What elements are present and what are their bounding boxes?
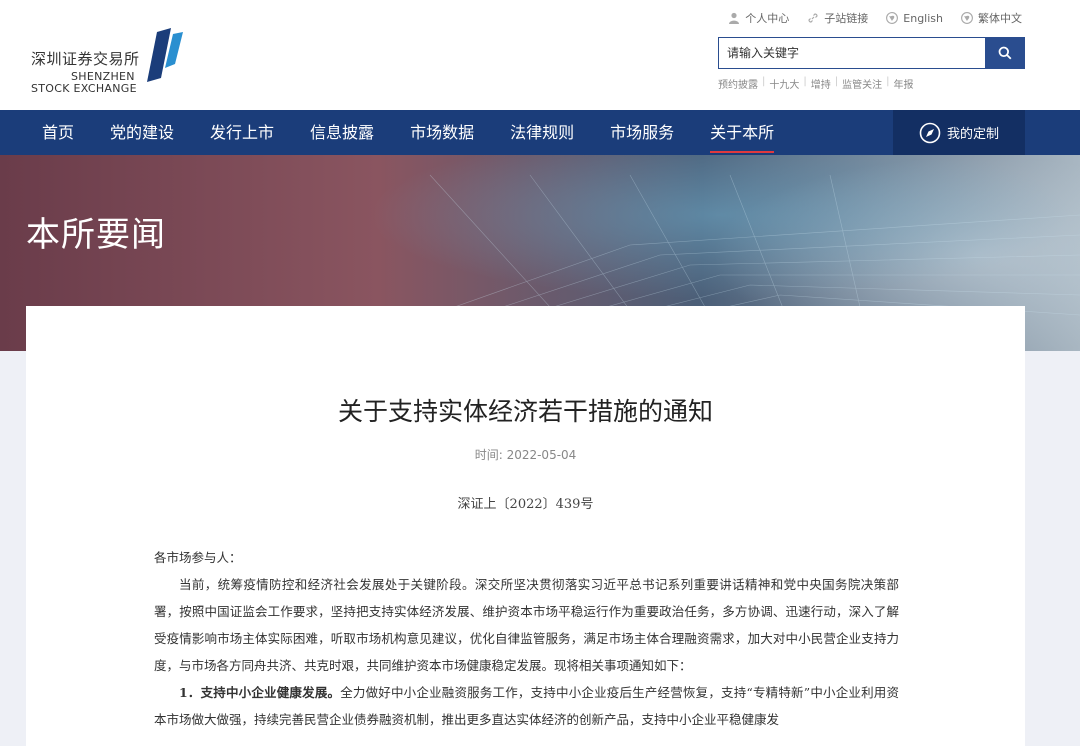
hot-link[interactable]: 预约披露 xyxy=(718,76,758,91)
util-link-label: 子站链接 xyxy=(824,12,869,25)
date-value: 2022-05-04 xyxy=(506,448,577,462)
article-date: 时间: 2022-05-04 xyxy=(26,446,1025,463)
article-card: 关于支持实体经济若干措施的通知 时间: 2022-05-04 深证上〔2022〕… xyxy=(26,306,1025,746)
salutation: 各市场参与人： xyxy=(154,550,242,565)
search-icon xyxy=(998,46,1012,60)
utility-links: 个人中心 子站链接 English 繁体中文 xyxy=(728,10,1022,26)
nav-item-party-building[interactable]: 党的建设 xyxy=(92,110,192,155)
hot-keyword-links: 预约披露 | 十九大 | 增持 | 监管关注 | 年报 xyxy=(718,76,914,91)
item-heading: 1．支持中小企业健康发展。 xyxy=(179,685,341,700)
util-link-label: English xyxy=(903,11,943,25)
globe-icon xyxy=(886,12,899,24)
site-header: 深圳证券交易所 SHENZHEN STOCK EXCHANGE 个人中心 子站链… xyxy=(0,0,1080,110)
hot-link[interactable]: 年报 xyxy=(894,76,914,91)
article-body: 各市场参与人： 当前，统筹疫情防控和经济社会发展处于关键阶段。深交所坚决贯彻落实… xyxy=(154,544,899,733)
search-box xyxy=(718,37,1025,69)
document-number: 深证上〔2022〕439号 xyxy=(457,497,594,512)
search-input[interactable] xyxy=(718,37,986,69)
my-custom-label: 我的定制 xyxy=(946,127,999,142)
my-custom-button[interactable]: 我的定制 xyxy=(893,110,1025,155)
util-link-label: 个人中心 xyxy=(745,12,790,25)
main-navigation: 首页 党的建设 发行上市 信息披露 市场数据 法律规则 市场服务 关于本所 我的… xyxy=(0,110,1080,155)
paragraph: 1．支持中小企业健康发展。全力做好中小企业融资服务工作，支持中小企业疫后生产经营… xyxy=(154,679,899,733)
date-label: 时间: xyxy=(474,448,503,462)
article-title: 关于支持实体经济若干措施的通知 xyxy=(337,397,713,426)
logo-cn-text: 深圳证券交易所 xyxy=(31,50,140,68)
szse-logo[interactable]: 深圳证券交易所 SHENZHEN STOCK EXCHANGE xyxy=(31,28,191,96)
person-icon xyxy=(729,12,740,24)
compass-icon xyxy=(919,122,941,143)
globe-icon xyxy=(961,12,973,24)
nav-item-about[interactable]: 关于本所 xyxy=(692,110,792,155)
nav-item-market-services[interactable]: 市场服务 xyxy=(592,110,692,155)
nav-item-rules[interactable]: 法律规则 xyxy=(492,110,592,155)
link-icon xyxy=(808,13,818,23)
hot-link[interactable]: 十九大 xyxy=(769,76,799,91)
hot-link[interactable]: 增持 xyxy=(811,76,831,91)
hot-link[interactable]: 监管关注 xyxy=(842,76,882,91)
nav-item-market-data[interactable]: 市场数据 xyxy=(392,110,492,155)
szse-emblem-icon xyxy=(147,28,183,82)
search-button[interactable] xyxy=(985,37,1025,69)
logo-en-line2: STOCK EXCHANGE xyxy=(31,82,137,95)
paragraph: 当前，统筹疫情防控和经济社会发展处于关键阶段。深交所坚决贯彻落实习近平总书记系列… xyxy=(154,577,899,673)
util-link-personal[interactable]: 个人中心 xyxy=(728,10,789,26)
util-link-substations[interactable]: 子站链接 xyxy=(807,10,868,26)
nav-items: 首页 党的建设 发行上市 信息披露 市场数据 法律规则 市场服务 关于本所 xyxy=(24,110,792,155)
util-link-label: 繁体中文 xyxy=(978,12,1022,25)
util-link-english[interactable]: English xyxy=(886,10,943,26)
util-link-traditional-chinese[interactable]: 繁体中文 xyxy=(961,10,1022,26)
nav-item-listing[interactable]: 发行上市 xyxy=(192,110,292,155)
nav-item-home[interactable]: 首页 xyxy=(24,110,92,155)
nav-item-disclosure[interactable]: 信息披露 xyxy=(292,110,392,155)
banner-title: 本所要闻 xyxy=(26,215,166,255)
